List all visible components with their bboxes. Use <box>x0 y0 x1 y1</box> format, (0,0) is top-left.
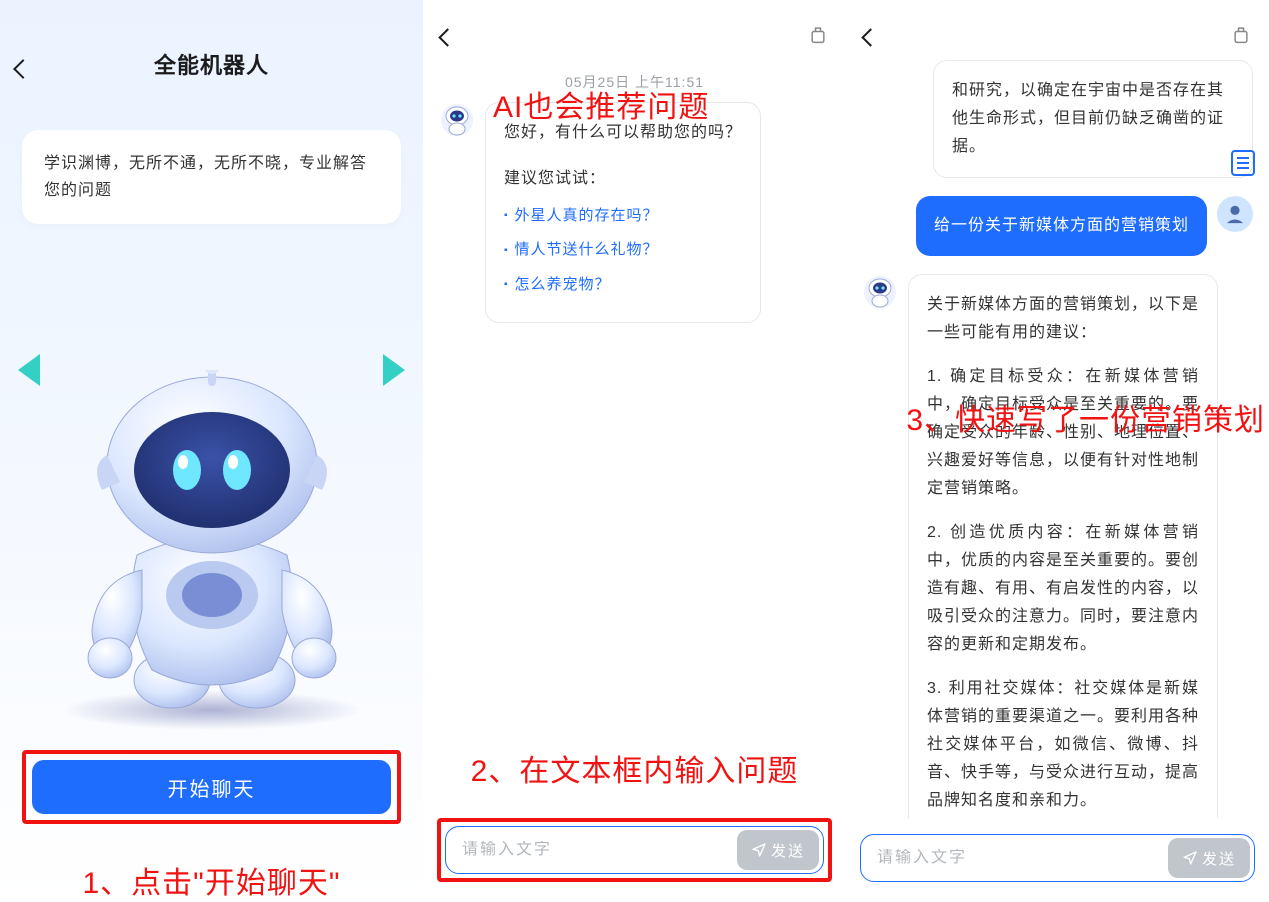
ai-message-bubble: 和研究，以确定在宇宙中是否存在其他生命形式，但目前仍缺乏确凿的证据。 <box>933 60 1253 178</box>
chat-area: 和研究，以确定在宇宙中是否存在其他生命形式，但目前仍缺乏确凿的证据。 给一份关于… <box>846 50 1269 818</box>
page-index-icon[interactable] <box>1231 150 1255 176</box>
suggestion-item[interactable]: 怎么养宠物？ <box>504 272 742 298</box>
message-input[interactable] <box>446 841 733 859</box>
timestamp: 05月25日 上午11:51 <box>439 72 830 92</box>
message-composer: 发送 <box>445 826 824 874</box>
back-icon[interactable] <box>438 28 456 46</box>
ai-reply-intro: 关于新媒体方面的营销策划，以下是一些可能有用的建议： <box>927 291 1199 347</box>
ai-suggestion-bubble: 您好，有什么可以帮助您的吗？ 建议您试试： 外星人真的存在吗？ 情人节送什么礼物… <box>485 102 761 323</box>
carousel-prev-icon[interactable] <box>18 354 40 386</box>
user-avatar-icon <box>1217 196 1253 232</box>
ai-message-row: 和研究，以确定在宇宙中是否存在其他生命形式，但目前仍缺乏确凿的证据。 <box>862 60 1253 178</box>
user-message-row: 给一份关于新媒体方面的营销策划 <box>862 196 1253 256</box>
send-label: 发送 <box>771 840 805 861</box>
send-button[interactable]: 发送 <box>737 830 819 870</box>
send-button[interactable]: 发送 <box>1168 838 1250 878</box>
intro-description: 学识渊博，无所不通，无所不晓，专业解答您的问题 <box>22 130 401 224</box>
robot-icon <box>42 370 382 730</box>
send-label: 发送 <box>1202 848 1236 869</box>
ai-avatar-icon <box>439 102 475 138</box>
ai-avatar-icon <box>862 274 898 310</box>
back-icon[interactable] <box>13 59 33 79</box>
suggestion-screen: 05月25日 上午11:51 AI也会推荐问题 您好，有什么可以帮助您的吗？ 建… <box>423 0 846 902</box>
ai-reply-bubble: 关于新媒体方面的营销策划，以下是一些可能有用的建议： 1. 确定目标受众：在新媒… <box>908 274 1218 818</box>
suggestion-item[interactable]: 情人节送什么礼物？ <box>504 237 742 263</box>
page-title: 全能机器人 <box>154 48 269 80</box>
ai-reply-point: 3. 利用社交媒体：社交媒体是新媒体营销的重要渠道之一。要利用各种社交媒体平台，… <box>927 675 1199 815</box>
ai-reply-point: 2. 创造优质内容：在新媒体营销中，优质的内容是至关重要的。要创造有趣、有用、有… <box>927 519 1199 659</box>
header: 全能机器人 <box>0 0 423 90</box>
send-icon <box>751 842 767 858</box>
annotation-step-2: 2、在文本框内输入问题 <box>423 746 846 790</box>
message-input[interactable] <box>861 849 1164 867</box>
ai-reply-point: 1. 确定目标受众：在新媒体营销中，确定目标受众是至关重要的。要确定受众的年龄、… <box>927 363 1199 503</box>
suggestion-header: 建议您试试： <box>504 165 742 193</box>
suggestion-item[interactable]: 外星人真的存在吗？ <box>504 203 742 229</box>
topbar <box>423 0 846 50</box>
ai-message-row: 您好，有什么可以帮助您的吗？ 建议您试试： 外星人真的存在吗？ 情人节送什么礼物… <box>439 102 830 323</box>
context-menu-icon[interactable] <box>808 24 828 44</box>
start-chat-button[interactable]: 开始聊天 <box>32 760 391 814</box>
composer-highlight: 发送 <box>437 818 832 882</box>
chat-area: 05月25日 上午11:51 AI也会推荐问题 您好，有什么可以帮助您的吗？ 建… <box>423 50 846 746</box>
topbar <box>846 0 1269 50</box>
start-button-highlight: 开始聊天 <box>22 750 401 824</box>
user-message-bubble: 给一份关于新媒体方面的营销策划 <box>916 196 1207 256</box>
message-composer: 发送 <box>860 834 1255 882</box>
ai-greeting-text: 您好，有什么可以帮助您的吗？ <box>504 119 742 147</box>
back-icon[interactable] <box>861 28 879 46</box>
ai-message-row: 关于新媒体方面的营销策划，以下是一些可能有用的建议： 1. 确定目标受众：在新媒… <box>862 274 1253 818</box>
intro-screen: 全能机器人 学识渊博，无所不通，无所不晓，专业解答您的问题 <box>0 0 423 902</box>
send-icon <box>1182 850 1198 866</box>
annotation-step-1: 1、点击"开始聊天" <box>0 858 423 902</box>
robot-illustration-area <box>0 224 423 750</box>
carousel-next-icon[interactable] <box>383 354 405 386</box>
context-menu-icon[interactable] <box>1231 24 1251 44</box>
reply-screen: 和研究，以确定在宇宙中是否存在其他生命形式，但目前仍缺乏确凿的证据。 给一份关于… <box>846 0 1269 902</box>
